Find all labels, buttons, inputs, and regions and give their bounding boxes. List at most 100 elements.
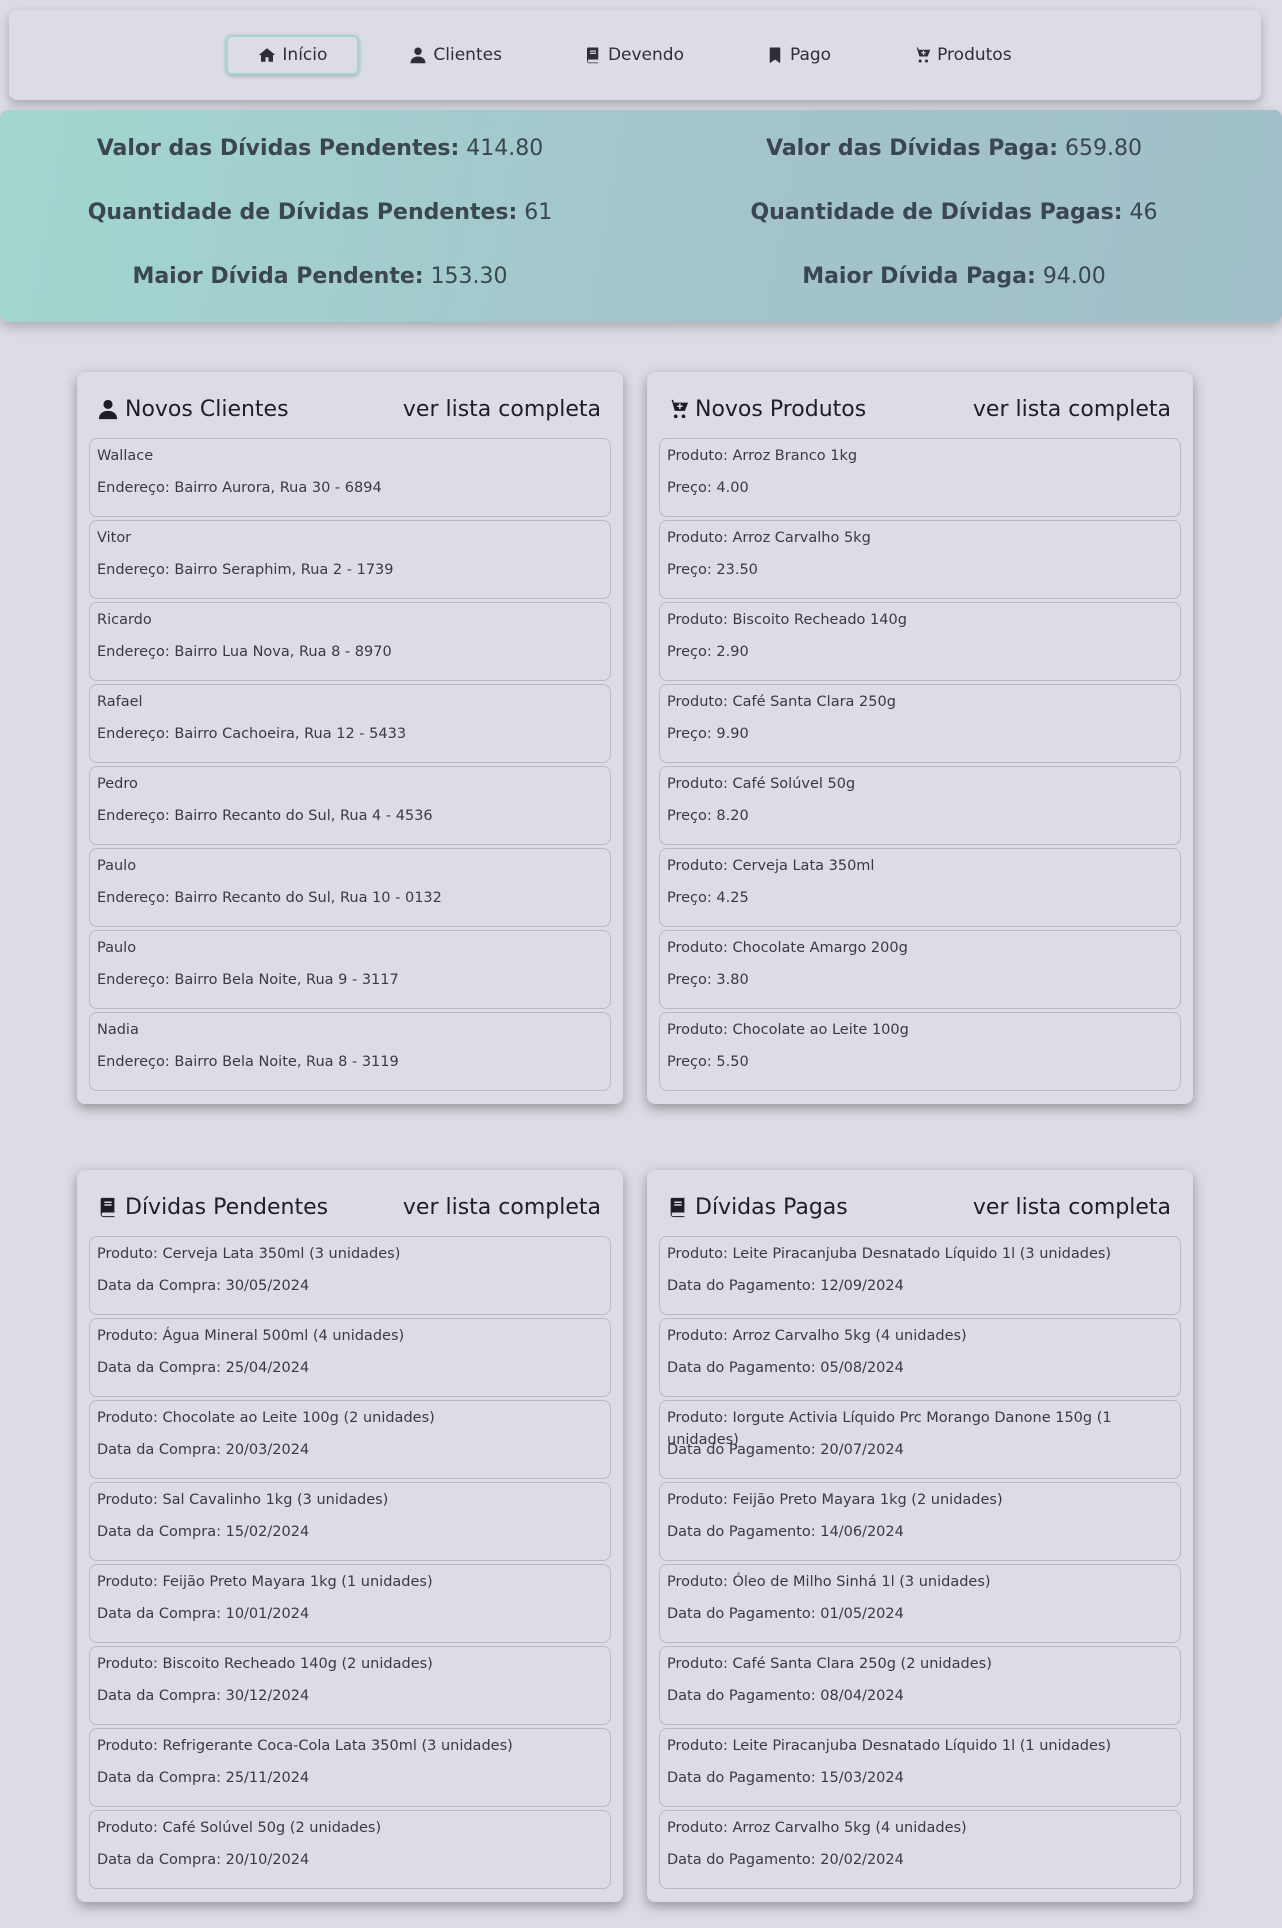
list-item-primary: Paulo <box>97 940 137 956</box>
list-item[interactable]: Nadia Endereço: Bairro Bela Noite, Rua 8 … <box>89 1012 611 1091</box>
list-item[interactable]: Paulo Endereço: Bairro Bela Noite, Rua 9 … <box>89 930 611 1009</box>
list-item-primary: Produto: Café Solúvel 50g (2 unidades) <box>97 1820 382 1836</box>
list-item[interactable]: Produto: Arroz Carvalho 5kg Preço: 23.50 <box>659 520 1181 599</box>
list-item-primary: Produto: Cerveja Lata 350ml <box>667 858 875 874</box>
list-item[interactable]: Produto: Chocolate ao Leite 100g (2 unid… <box>89 1400 611 1479</box>
list-item-secondary: Data da Compra: 25/04/2024 <box>97 1360 310 1376</box>
card-title-text: Dívidas Pendentes <box>125 1194 329 1220</box>
list-item-secondary: Data da Compra: 30/12/2024 <box>97 1688 310 1704</box>
list-item-primary: Pedro <box>97 776 138 792</box>
list-item-secondary: Data da Compra: 15/02/2024 <box>97 1524 310 1540</box>
list-item[interactable]: Produto: Café Solúvel 50g Preço: 8.20 <box>659 766 1181 845</box>
card-title-text: Dívidas Pagas <box>695 1194 848 1220</box>
list-item-primary: Produto: Arroz Branco 1kg <box>667 448 858 464</box>
list-item-secondary: Data do Pagamento: 08/04/2024 <box>667 1688 904 1704</box>
list-item-secondary: Data do Pagamento: 20/02/2024 <box>667 1852 904 1868</box>
view-all-products-link[interactable]: ver lista completa <box>973 397 1171 422</box>
list-item-primary: Produto: Feijão Preto Mayara 1kg (2 unid… <box>667 1492 1003 1508</box>
list-item[interactable]: Produto: Refrigerante Coca-Cola Lata 350… <box>89 1728 611 1807</box>
stats-banner: Valor das Dívidas Pendentes: 414.80 Valo… <box>0 110 1282 322</box>
list-item-secondary: Endereço: Bairro Bela Noite, Rua 9 - 311… <box>97 972 399 988</box>
stat-pending-value: Valor das Dívidas Pendentes: 414.80 <box>96 136 544 161</box>
list-item[interactable]: Produto: Chocolate Amargo 200g Preço: 3.8… <box>659 930 1181 1009</box>
stat-paid-value: Valor das Dívidas Paga: 659.80 <box>766 136 1142 161</box>
list-item-secondary: Data da Compra: 20/10/2024 <box>97 1852 310 1868</box>
nav-item-clientes[interactable]: Clientes <box>377 35 534 75</box>
nav-item-pago[interactable]: Pago <box>734 35 863 75</box>
book-icon <box>670 1197 685 1218</box>
bookmark-icon <box>769 47 781 64</box>
list-item-secondary: Data da Compra: 30/05/2024 <box>97 1278 310 1294</box>
cart-plus-icon <box>913 47 931 63</box>
list-item[interactable]: Rafael Endereço: Bairro Cachoeira, Rua 12… <box>89 684 611 763</box>
list-item-secondary: Preço: 9.90 <box>667 726 749 742</box>
list-item[interactable]: Pedro Endereço: Bairro Recanto do Sul, Ru… <box>89 766 611 845</box>
list-item-primary: Produto: Cerveja Lata 350ml (3 unidades) <box>97 1246 401 1262</box>
view-all-pending-link[interactable]: ver lista completa <box>403 1195 601 1220</box>
user-icon <box>98 399 118 420</box>
list-item-secondary: Data do Pagamento: 12/09/2024 <box>667 1278 904 1294</box>
list-item[interactable]: Produto: Óleo de Milho Sinhá 1l (3 unida… <box>659 1564 1181 1643</box>
list-item[interactable]: Produto: Biscoito Recheado 140g (2 unida… <box>89 1646 611 1725</box>
list-item-primary: Wallace <box>97 448 154 464</box>
list-item[interactable]: Produto: Arroz Branco 1kg Preço: 4.00 <box>659 438 1181 517</box>
stat-pending-count: Quantidade de Dívidas Pendentes: 61 <box>87 200 553 225</box>
list-item-secondary: Preço: 4.00 <box>667 480 749 496</box>
list-item-secondary: Data da Compra: 25/11/2024 <box>97 1770 310 1786</box>
list-item-secondary: Data do Pagamento: 15/03/2024 <box>667 1770 904 1786</box>
list-item-primary: Produto: Chocolate Amargo 200g <box>667 940 908 956</box>
list-item[interactable]: Produto: Arroz Carvalho 5kg (4 unidades)… <box>659 1810 1181 1889</box>
list-item-primary: Produto: Café Santa Clara 250g <box>667 694 896 710</box>
list-item-secondary: Data do Pagamento: 14/06/2024 <box>667 1524 904 1540</box>
card-header: Dívidas Pagas ver lista completa <box>659 1192 1181 1222</box>
card-pending-debts: Dívidas Pendentes ver lista completa Pro… <box>77 1170 623 1902</box>
card-new-products: Novos Produtos ver lista completa Produt… <box>647 372 1193 1104</box>
card-header: Dívidas Pendentes ver lista completa <box>89 1192 611 1222</box>
list-item-primary: Produto: Biscoito Recheado 140g (2 unida… <box>97 1656 433 1672</box>
view-all-clients-link[interactable]: ver lista completa <box>403 397 601 422</box>
list-item[interactable]: Produto: Cerveja Lata 350ml (3 unidades)… <box>89 1236 611 1315</box>
list-item[interactable]: Produto: Café Santa Clara 250g Preço: 9.9… <box>659 684 1181 763</box>
nav-item-label: Produtos <box>937 45 1012 65</box>
list-item[interactable]: Wallace Endereço: Bairro Aurora, Rua 30 -… <box>89 438 611 517</box>
list-item[interactable]: Produto: Arroz Carvalho 5kg (4 unidades)… <box>659 1318 1181 1397</box>
list-item[interactable]: Produto: Água Mineral 500ml (4 unidades)… <box>89 1318 611 1397</box>
list-item[interactable]: Produto: Sal Cavalinho 1kg (3 unidades) D… <box>89 1482 611 1561</box>
card-paid-debts: Dívidas Pagas ver lista completa Produto… <box>647 1170 1193 1902</box>
card-title-text: Novos Produtos <box>695 396 867 422</box>
nav-item-produtos[interactable]: Produtos <box>881 35 1043 75</box>
products-list: Produto: Arroz Branco 1kg Preço: 4.00 Prod… <box>659 438 1181 1091</box>
list-item-primary: Produto: Óleo de Milho Sinhá 1l (3 unida… <box>667 1574 991 1590</box>
list-item-primary: Produto: Refrigerante Coca-Cola Lata 350… <box>97 1738 513 1754</box>
list-item[interactable]: Ricardo Endereço: Bairro Lua Nova, Rua 8 … <box>89 602 611 681</box>
list-item[interactable]: Produto: Café Santa Clara 250g (2 unidad… <box>659 1646 1181 1725</box>
list-item[interactable]: Produto: Leite Piracanjuba Desnatado Líq… <box>659 1728 1181 1807</box>
list-item[interactable]: Produto: Feijão Preto Mayara 1kg (2 unid… <box>659 1482 1181 1561</box>
list-item-secondary: Endereço: Bairro Lua Nova, Rua 8 - 8970 <box>97 644 392 660</box>
list-item[interactable]: Produto: Iorgute Activia Líquido Prc Mor… <box>659 1400 1181 1479</box>
list-item-primary: Paulo <box>97 858 137 874</box>
list-item-secondary: Preço: 4.25 <box>667 890 749 906</box>
list-item[interactable]: Produto: Chocolate ao Leite 100g Preço: 5… <box>659 1012 1181 1091</box>
pending-debts-list: Produto: Cerveja Lata 350ml (3 unidades)… <box>89 1236 611 1889</box>
list-item-primary: Produto: Água Mineral 500ml (4 unidades) <box>97 1328 405 1344</box>
list-item[interactable]: Paulo Endereço: Bairro Recanto do Sul, Ru… <box>89 848 611 927</box>
list-item[interactable]: Vitor Endereço: Bairro Seraphim, Rua 2 - … <box>89 520 611 599</box>
nav-item-inicio[interactable]: Início <box>226 35 360 75</box>
card-title: Dívidas Pagas <box>667 1195 848 1220</box>
list-item[interactable]: Produto: Biscoito Recheado 140g Preço: 2.… <box>659 602 1181 681</box>
list-item-primary: Rafael <box>97 694 143 710</box>
list-item[interactable]: Produto: Cerveja Lata 350ml Preço: 4.25 <box>659 848 1181 927</box>
list-item-primary: Produto: Café Solúvel 50g <box>667 776 856 792</box>
list-item-secondary: Data da Compra: 10/01/2024 <box>97 1606 310 1622</box>
list-item[interactable]: Produto: Feijão Preto Mayara 1kg (1 unid… <box>89 1564 611 1643</box>
list-item-primary: Produto: Chocolate ao Leite 100g <box>667 1022 909 1038</box>
list-item-secondary: Preço: 8.20 <box>667 808 749 824</box>
list-item[interactable]: Produto: Café Solúvel 50g (2 unidades) Da… <box>89 1810 611 1889</box>
nav-item-devendo[interactable]: Devendo <box>552 35 716 75</box>
list-item-secondary: Endereço: Bairro Aurora, Rua 30 - 6894 <box>97 480 382 496</box>
list-item[interactable]: Produto: Leite Piracanjuba Desnatado Líq… <box>659 1236 1181 1315</box>
view-all-paid-link[interactable]: ver lista completa <box>973 1195 1171 1220</box>
user-icon <box>410 47 426 64</box>
list-item-secondary: Endereço: Bairro Cachoeira, Rua 12 - 543… <box>97 726 407 742</box>
